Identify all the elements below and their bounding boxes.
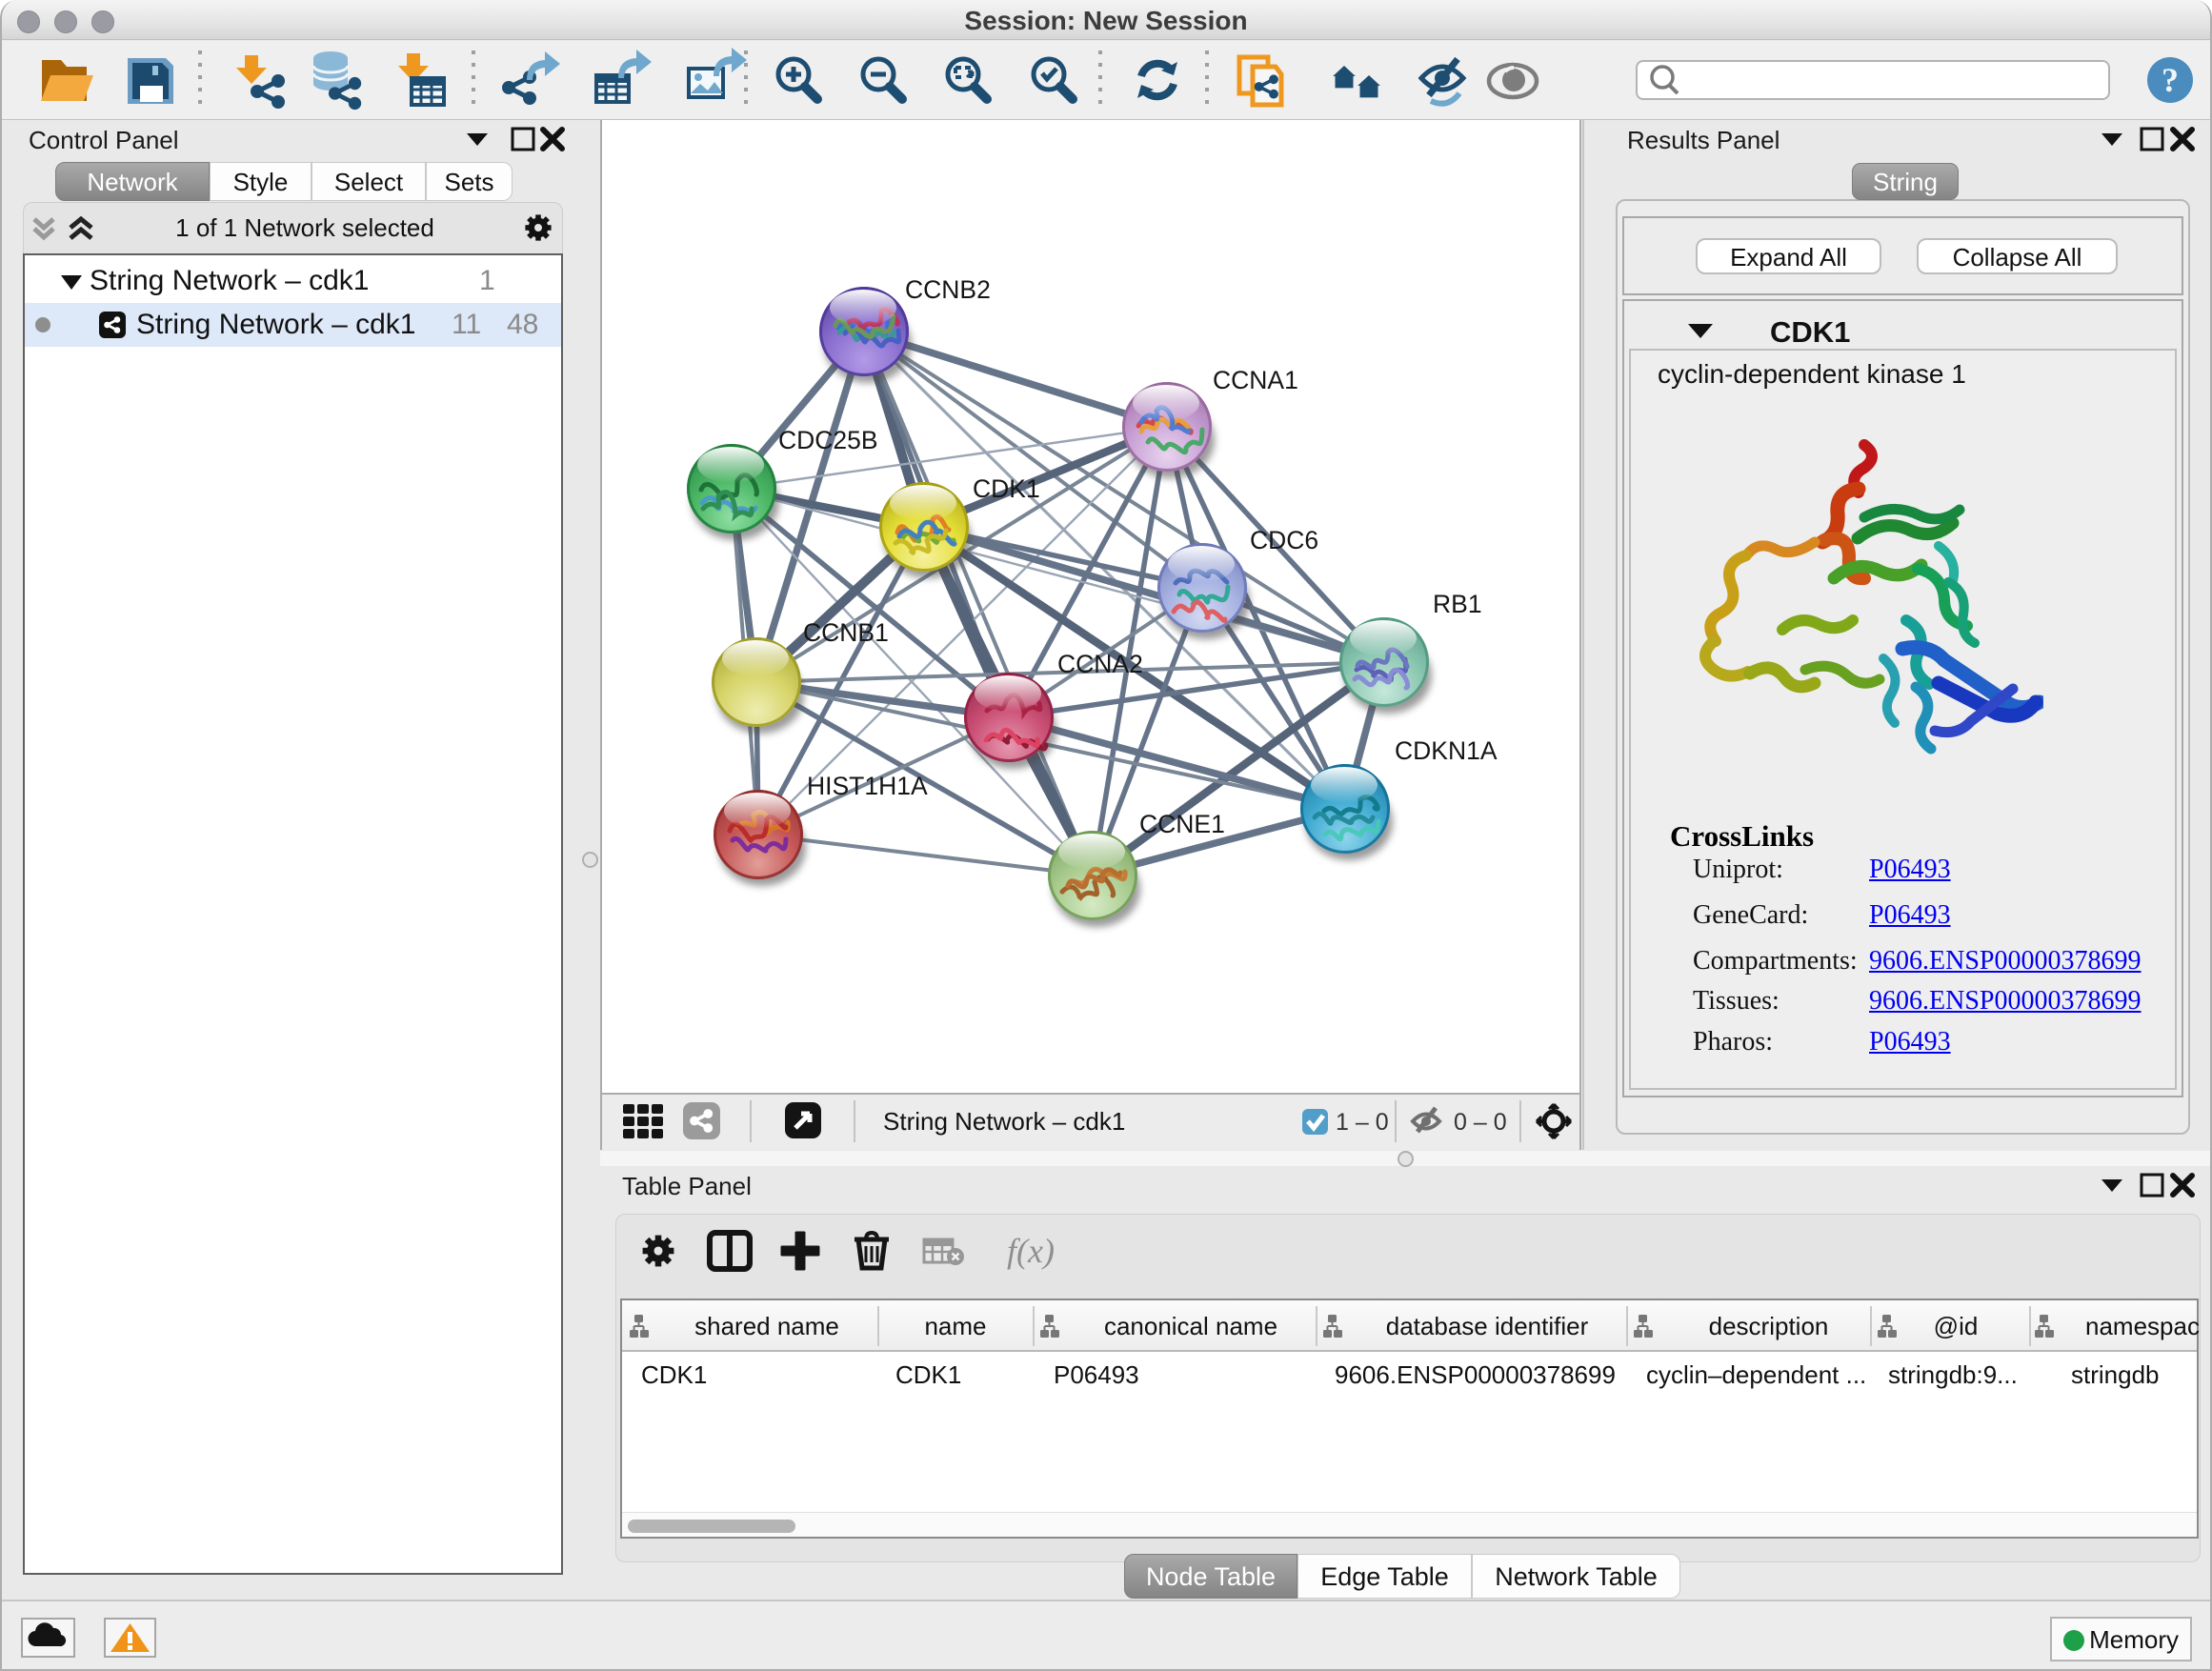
svg-text:HIST1H1A: HIST1H1A <box>807 772 928 800</box>
svg-text:String Network – cdk1: String Network – cdk1 <box>883 1107 1125 1136</box>
svg-text:CCNB1: CCNB1 <box>803 618 889 647</box>
svg-text:CCNE1: CCNE1 <box>1139 810 1225 838</box>
svg-text:CDK1: CDK1 <box>973 474 1040 503</box>
svg-text:?: ? <box>2162 61 2179 99</box>
svg-text:CDK1: CDK1 <box>1770 316 1850 349</box>
svg-text:CDKN1A: CDKN1A <box>1395 736 1498 765</box>
svg-text:1 of 1 Network selected: 1 of 1 Network selected <box>175 213 434 242</box>
svg-text:1 – 0: 1 – 0 <box>1336 1109 1389 1136</box>
svg-text:CCNA1: CCNA1 <box>1213 366 1298 394</box>
svg-text:0 – 0: 0 – 0 <box>1454 1109 1507 1136</box>
svg-text:CCNA2: CCNA2 <box>1057 650 1143 678</box>
svg-text:RB1: RB1 <box>1433 590 1482 618</box>
svg-text:CCNB2: CCNB2 <box>905 275 991 304</box>
svg-text:f(x): f(x) <box>1007 1232 1055 1270</box>
svg-text:CDC6: CDC6 <box>1250 526 1318 554</box>
svg-text:CDC25B: CDC25B <box>778 426 878 454</box>
